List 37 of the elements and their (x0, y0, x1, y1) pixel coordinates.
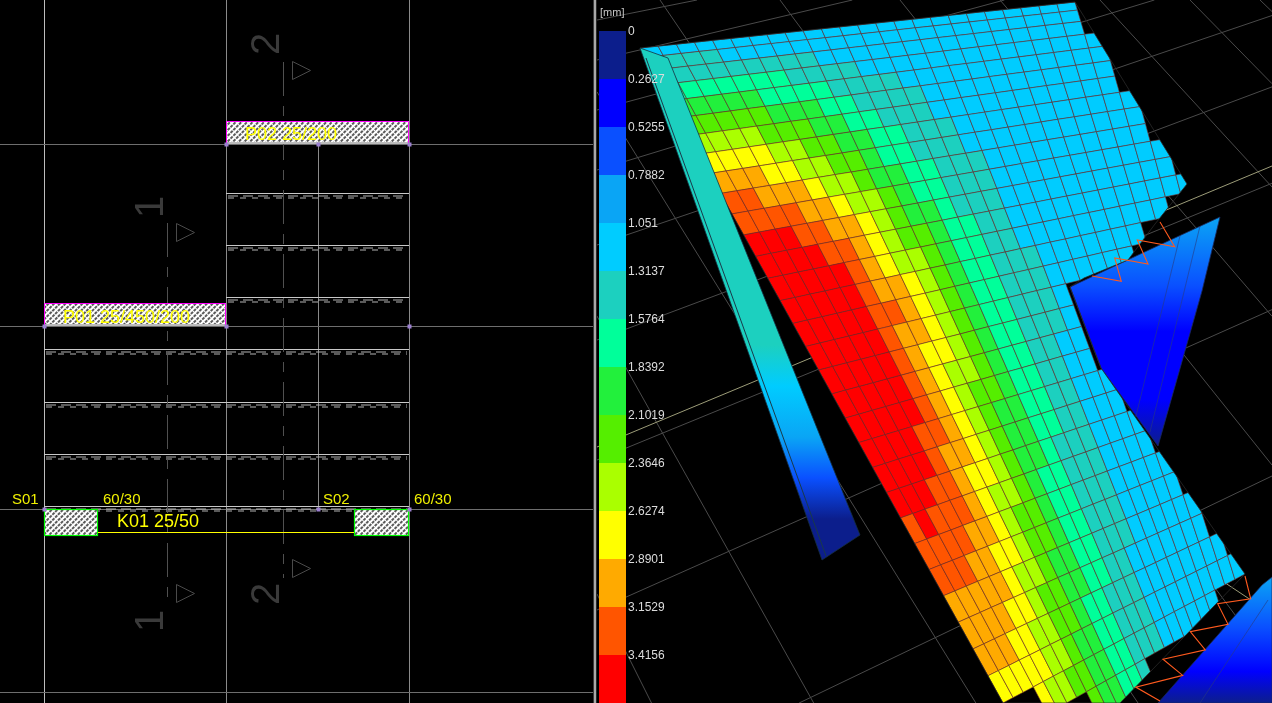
column-label: S02 (323, 491, 350, 506)
legend-value: 0.7882 (628, 168, 665, 182)
node-icon (224, 142, 229, 147)
node-icon (42, 507, 47, 512)
node-icon (407, 507, 412, 512)
node-icon (407, 324, 412, 329)
legend-unit: [mm] (599, 5, 626, 19)
beam-label: K01 25/50 (117, 512, 200, 530)
column-size-label: 60/30 (103, 491, 141, 506)
section-arrow-icon (292, 61, 311, 80)
column-section (353, 508, 410, 537)
legend-value: 1.3137 (628, 264, 665, 278)
node-icon (42, 324, 47, 329)
legend-value: 2.6274 (628, 504, 665, 518)
legend-value: 0.5255 (628, 120, 665, 134)
section-number: 2 (245, 33, 285, 55)
section-arrow-icon (292, 559, 311, 578)
legend-value: 2.8901 (628, 552, 665, 566)
node-icon (407, 142, 412, 147)
legend-value: 3.4156 (628, 648, 665, 662)
section-arrow-icon (176, 584, 195, 603)
section-arrow-icon (176, 223, 195, 242)
section-number: 1 (129, 610, 169, 632)
section-number: 2 (245, 583, 285, 605)
legend-value: 3.1529 (628, 600, 665, 614)
legend-value: 2.1019 (628, 408, 665, 422)
legend-value: 1.5764 (628, 312, 665, 326)
column-section (43, 508, 99, 537)
legend-value: 1.8392 (628, 360, 665, 374)
legend-value: 0 (628, 24, 635, 38)
node-icon (316, 507, 321, 512)
node-icon (224, 324, 229, 329)
legend-value: 1.051 (628, 216, 659, 230)
legend-value: 2.3646 (628, 456, 665, 470)
column-label: S01 (12, 491, 39, 506)
section-number: 1 (129, 196, 169, 218)
column-size-label: 60/30 (414, 491, 452, 506)
